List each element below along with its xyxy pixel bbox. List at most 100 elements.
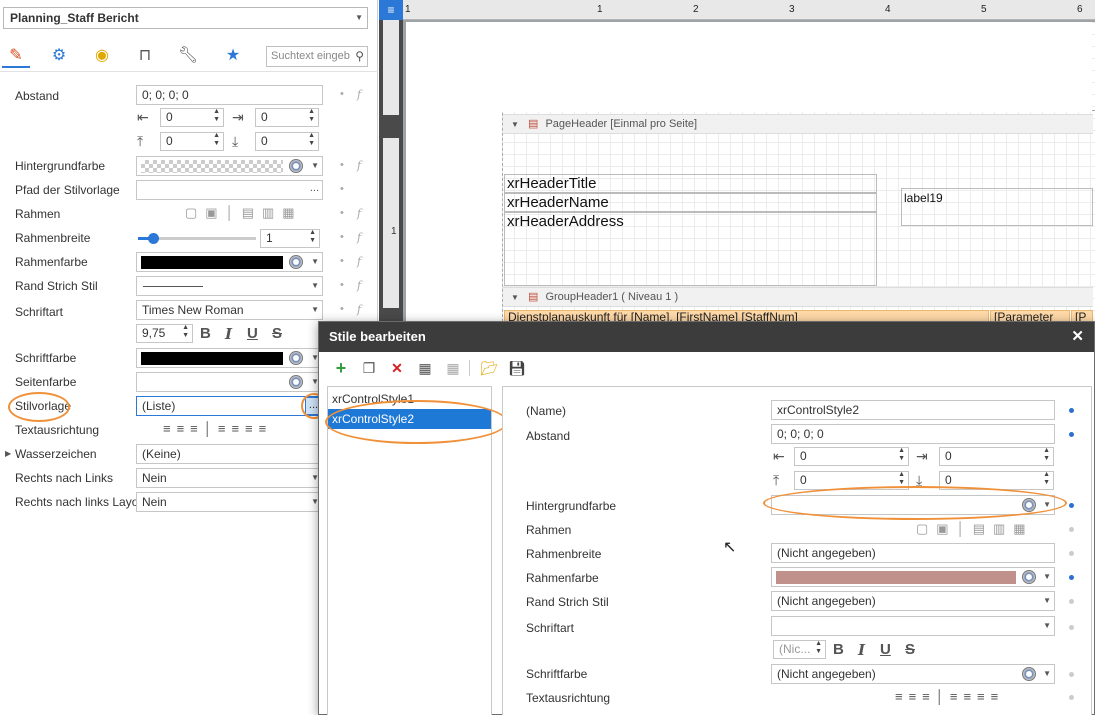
group-header-band[interactable]: ▼ ▤ GroupHeader1 ( Niveau 1 ) [503, 287, 1093, 307]
expression-icon[interactable]: f [357, 207, 361, 220]
style-font-size-spinner[interactable]: (Nic... ▲ ▼ [773, 640, 826, 659]
toolbar-separator [469, 360, 470, 376]
prop-label-pfad: Pfad der Stilvorlage [15, 183, 120, 197]
rahmenfarbe-picker[interactable]: ▼ [136, 252, 323, 272]
schriftfarbe-picker[interactable]: ▼ [136, 348, 323, 368]
style-padding-left-spinner[interactable]: 0 ▲ ▼ [794, 447, 909, 466]
expression-icon[interactable]: f [357, 88, 361, 101]
delete-style-icon[interactable]: ✕ [387, 358, 407, 378]
tab-wrench-icon[interactable]: 🔧︎ [174, 44, 202, 68]
color-picker-icon[interactable] [1022, 570, 1036, 584]
tab-behavior-gears-icon[interactable]: ⚙ [45, 44, 73, 68]
text-align-icons[interactable]: ≡≡≡│≡≡≡≡ [163, 421, 272, 436]
bold-button[interactable]: B [200, 325, 211, 342]
hintergrundfarbe-picker[interactable]: ▼ [136, 156, 323, 176]
wasserzeichen-field[interactable]: (Keine) [136, 444, 323, 464]
chevron-down-icon: ▼ [1043, 669, 1051, 678]
style-abstand-field[interactable]: 0; 0; 0; 0 [771, 424, 1055, 444]
border-toggle-icons[interactable]: ▢▣│▤▥▦ [185, 205, 303, 221]
style-schriftfarbe-picker[interactable]: (Nicht angegeben) ▼ [771, 664, 1055, 684]
border-toggle-icons[interactable]: ▢▣│▤▥▦ [916, 521, 1034, 537]
search-input[interactable]: Suchtext eingeb ⚲ [266, 46, 368, 67]
color-picker-icon[interactable] [289, 351, 303, 365]
style-padding-bottom-spinner[interactable]: 0 ▲ ▼ [939, 471, 1054, 490]
bold-button[interactable]: B [833, 641, 844, 658]
add-style-icon[interactable]: + [331, 358, 351, 378]
ruler-mark: 1 [405, 4, 411, 15]
report-selector[interactable]: Planning_Staff Bericht ▼ [3, 7, 368, 29]
unset-dot-icon [1069, 527, 1074, 532]
collapse-arrow-icon[interactable]: ▼ [511, 120, 519, 129]
expression-icon[interactable]: f [357, 231, 361, 244]
color-picker-icon[interactable] [289, 159, 303, 173]
style-randstrich-dropdown[interactable]: (Nicht angegeben) ▼ [771, 591, 1055, 611]
padding-top-spinner[interactable]: 0 ▲ ▼ [160, 132, 224, 151]
underline-button[interactable]: U [247, 325, 258, 342]
strikethrough-button[interactable]: S [905, 641, 915, 658]
dialog-title: Stile bearbeiten [329, 329, 426, 344]
style-hintergrundfarbe-picker[interactable]: ▼ [771, 495, 1055, 515]
purge-style-icon[interactable]: ▦ [415, 358, 435, 378]
pfad-field[interactable]: ... [136, 180, 323, 200]
tab-data-database-icon[interactable]: ◉ [88, 44, 116, 68]
style-font-size-value: (Nic... [779, 642, 811, 656]
xrHeaderTitle-label[interactable]: xrHeaderTitle [504, 174, 877, 193]
color-picker-icon[interactable] [1022, 498, 1036, 512]
abstand-field[interactable]: 0; 0; 0; 0 [136, 85, 323, 105]
clear-styles-icon[interactable]: ▦ [443, 358, 463, 378]
color-picker-icon[interactable] [289, 255, 303, 269]
color-picker-icon[interactable] [1022, 667, 1036, 681]
save-icon[interactable]: 💾︎ [507, 358, 527, 378]
style-padding-right-spinner[interactable]: 0 ▲ ▼ [939, 447, 1054, 466]
label19[interactable]: label19 [901, 188, 1093, 226]
underline-button[interactable]: U [880, 641, 891, 658]
expression-icon[interactable]: f [357, 159, 361, 172]
expression-icon[interactable]: f [357, 279, 361, 292]
slider-knob[interactable] [148, 233, 159, 244]
italic-button[interactable]: I [858, 641, 865, 659]
italic-button[interactable]: I [225, 325, 232, 343]
collapse-arrow-icon[interactable]: ▼ [511, 293, 519, 302]
schriftart-dropdown[interactable]: Times New Roman ▼ [136, 300, 323, 320]
strikethrough-button[interactable]: S [272, 325, 282, 342]
rechts-links-layout-dropdown[interactable]: Nein ▼ [136, 492, 323, 512]
expand-arrow-icon[interactable]: ▶ [5, 449, 11, 458]
expression-icon[interactable]: f [357, 303, 361, 316]
rahmenbreite-slider[interactable] [138, 233, 256, 244]
expression-icon[interactable]: f [357, 255, 361, 268]
copy-style-icon[interactable]: ❐ [359, 358, 379, 378]
page-header-band[interactable]: ▼ ▤ PageHeader [Einmal pro Seite] [503, 114, 1093, 134]
color-picker-icon[interactable] [289, 375, 303, 389]
seitenfarbe-picker[interactable]: ▼ [136, 372, 323, 392]
close-icon[interactable]: ✕ [1071, 322, 1084, 352]
style-padding-top-spinner[interactable]: 0 ▲ ▼ [794, 471, 909, 490]
xrHeaderName-label[interactable]: xrHeaderName [504, 193, 877, 212]
xrHeaderAddress-label[interactable]: xrHeaderAddress [504, 212, 877, 286]
padding-right-spinner[interactable]: 0 ▲ ▼ [255, 108, 319, 127]
style-rahmenbreite-field[interactable]: (Nicht angegeben) [771, 543, 1055, 563]
tab-favorites-star-icon[interactable]: ★ [219, 44, 247, 68]
prop-label-schriftart: Schriftart [15, 305, 64, 319]
stilvorlage-field[interactable]: (Liste) [136, 396, 323, 416]
style-list-item-selected[interactable]: xrControlStyle2 [328, 409, 491, 429]
browse-button[interactable]: ... [310, 181, 319, 197]
padding-bottom-spinner[interactable]: 0 ▲ ▼ [255, 132, 319, 151]
tab-appearance-brush-icon[interactable]: ✎ [2, 44, 30, 68]
randstrich-dropdown[interactable]: ▼ [136, 276, 323, 296]
open-folder-icon[interactable]: 📂︎ [479, 358, 499, 378]
mouse-cursor-icon: ↖ [723, 539, 737, 556]
style-list-item[interactable]: xrControlStyle1 [328, 389, 491, 409]
font-size-spinner[interactable]: 9,75 ▲ ▼ [136, 324, 193, 343]
style-schriftart-dropdown[interactable]: ▼ [771, 616, 1055, 636]
menu-icon[interactable]: ≡ [379, 0, 403, 20]
padding-left-spinner[interactable]: 0 ▲ ▼ [160, 108, 224, 127]
style-rahmenfarbe-picker[interactable]: ▼ [771, 567, 1055, 587]
style-prop-label-name: (Name) [526, 404, 567, 418]
text-align-icons[interactable]: ≡≡≡│≡≡≡≡ [895, 689, 1004, 704]
top-margin-area [502, 22, 1092, 112]
style-name-field[interactable]: xrControlStyle2 [771, 400, 1055, 420]
prop-label-schriftfarbe: Schriftfarbe [15, 351, 77, 365]
rahmenbreite-spinner[interactable]: 1 ▲ ▼ [260, 229, 320, 248]
tab-layout-icon[interactable]: ⊓ [131, 44, 159, 68]
rechts-links-dropdown[interactable]: Nein ▼ [136, 468, 323, 488]
